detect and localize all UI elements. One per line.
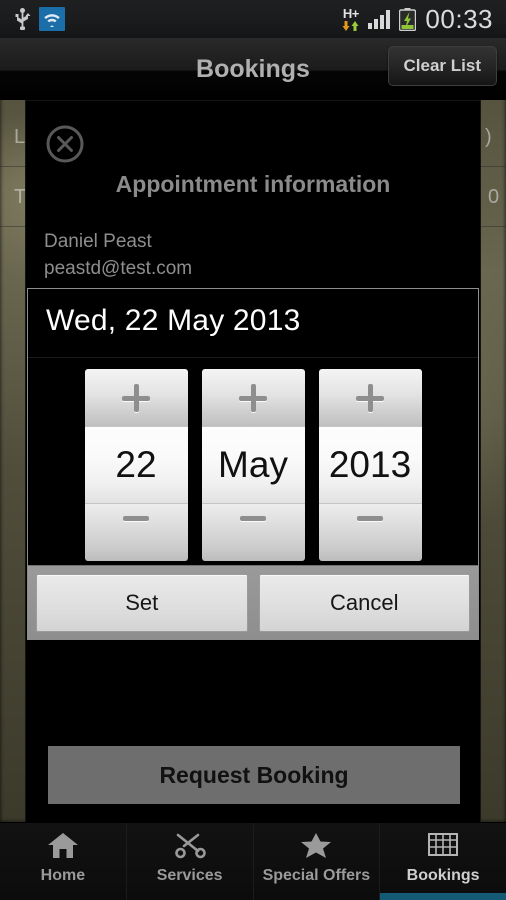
background-fragment-right-mid: 0 [488, 186, 500, 208]
battery-charging-icon [399, 7, 417, 31]
customer-name: Daniel Peast [44, 231, 152, 252]
clear-list-button[interactable]: Clear List [387, 46, 497, 86]
year-increment-button[interactable] [318, 369, 422, 426]
phone-screen: L T ) 0 H+ 00:33 Bookings Clear List App… [0, 0, 506, 900]
status-bar-clock: 00:33 [425, 3, 493, 34]
signal-bars-icon [368, 9, 391, 29]
nav-label-bookings: Bookings [406, 867, 480, 884]
nav-label-special-offers: Special Offers [262, 867, 371, 884]
year-value[interactable]: 2013 [318, 426, 422, 504]
nav-tab-special-offers[interactable]: Special Offers [254, 823, 381, 900]
date-picker-header: Wed, 22 May 2013 [46, 304, 301, 337]
request-booking-button[interactable]: Request Booking [48, 746, 460, 804]
status-bar: H+ 00:33 [0, 0, 506, 38]
status-bar-left [0, 7, 65, 31]
close-circle-icon[interactable] [44, 123, 86, 165]
background-fragment-left-top: L [14, 126, 26, 148]
set-button[interactable]: Set [36, 573, 248, 632]
date-picker-actions: Set Cancel [28, 565, 478, 639]
background-fragment-right-top: ) [485, 126, 492, 148]
data-arrows-icon [342, 21, 359, 31]
status-bar-right: H+ 00:33 [342, 4, 506, 35]
network-type-label: H+ [342, 6, 359, 21]
day-spinner: 22 [84, 369, 188, 561]
calendar-grid-icon [427, 831, 459, 859]
scissors-icon [174, 831, 206, 859]
nav-label-home: Home [40, 867, 86, 884]
nav-label-services: Services [156, 867, 223, 884]
star-icon [299, 831, 333, 859]
customer-email: peastd@test.com [44, 258, 193, 279]
year-decrement-button[interactable] [318, 504, 422, 561]
year-spinner: 2013 [318, 369, 422, 561]
month-decrement-button[interactable] [201, 504, 305, 561]
cancel-button[interactable]: Cancel [258, 573, 470, 632]
date-picker-divider [28, 357, 478, 358]
action-bar: Bookings Clear List [0, 38, 506, 100]
date-picker-dialog: Wed, 22 May 2013 22 May 2013 Set Cancel [27, 288, 479, 640]
bottom-navigation: Home Services Special Offers Bookings [0, 822, 506, 900]
nav-tab-home[interactable]: Home [0, 823, 127, 900]
usb-icon [14, 8, 31, 30]
dialog-title: Appointment information [115, 171, 391, 197]
home-icon [47, 831, 79, 859]
date-spinner-group: 22 May 2013 [28, 369, 478, 561]
month-increment-button[interactable] [201, 369, 305, 426]
hsdpa-plus-icon: H+ [342, 7, 359, 31]
nav-tab-bookings[interactable]: Bookings [380, 823, 506, 900]
day-decrement-button[interactable] [84, 504, 188, 561]
active-tab-underline [380, 893, 506, 900]
month-spinner: May [201, 369, 305, 561]
day-value[interactable]: 22 [84, 426, 188, 504]
day-increment-button[interactable] [84, 369, 188, 426]
wifi-icon [39, 7, 65, 31]
month-value[interactable]: May [201, 426, 305, 504]
nav-tab-services[interactable]: Services [127, 823, 254, 900]
